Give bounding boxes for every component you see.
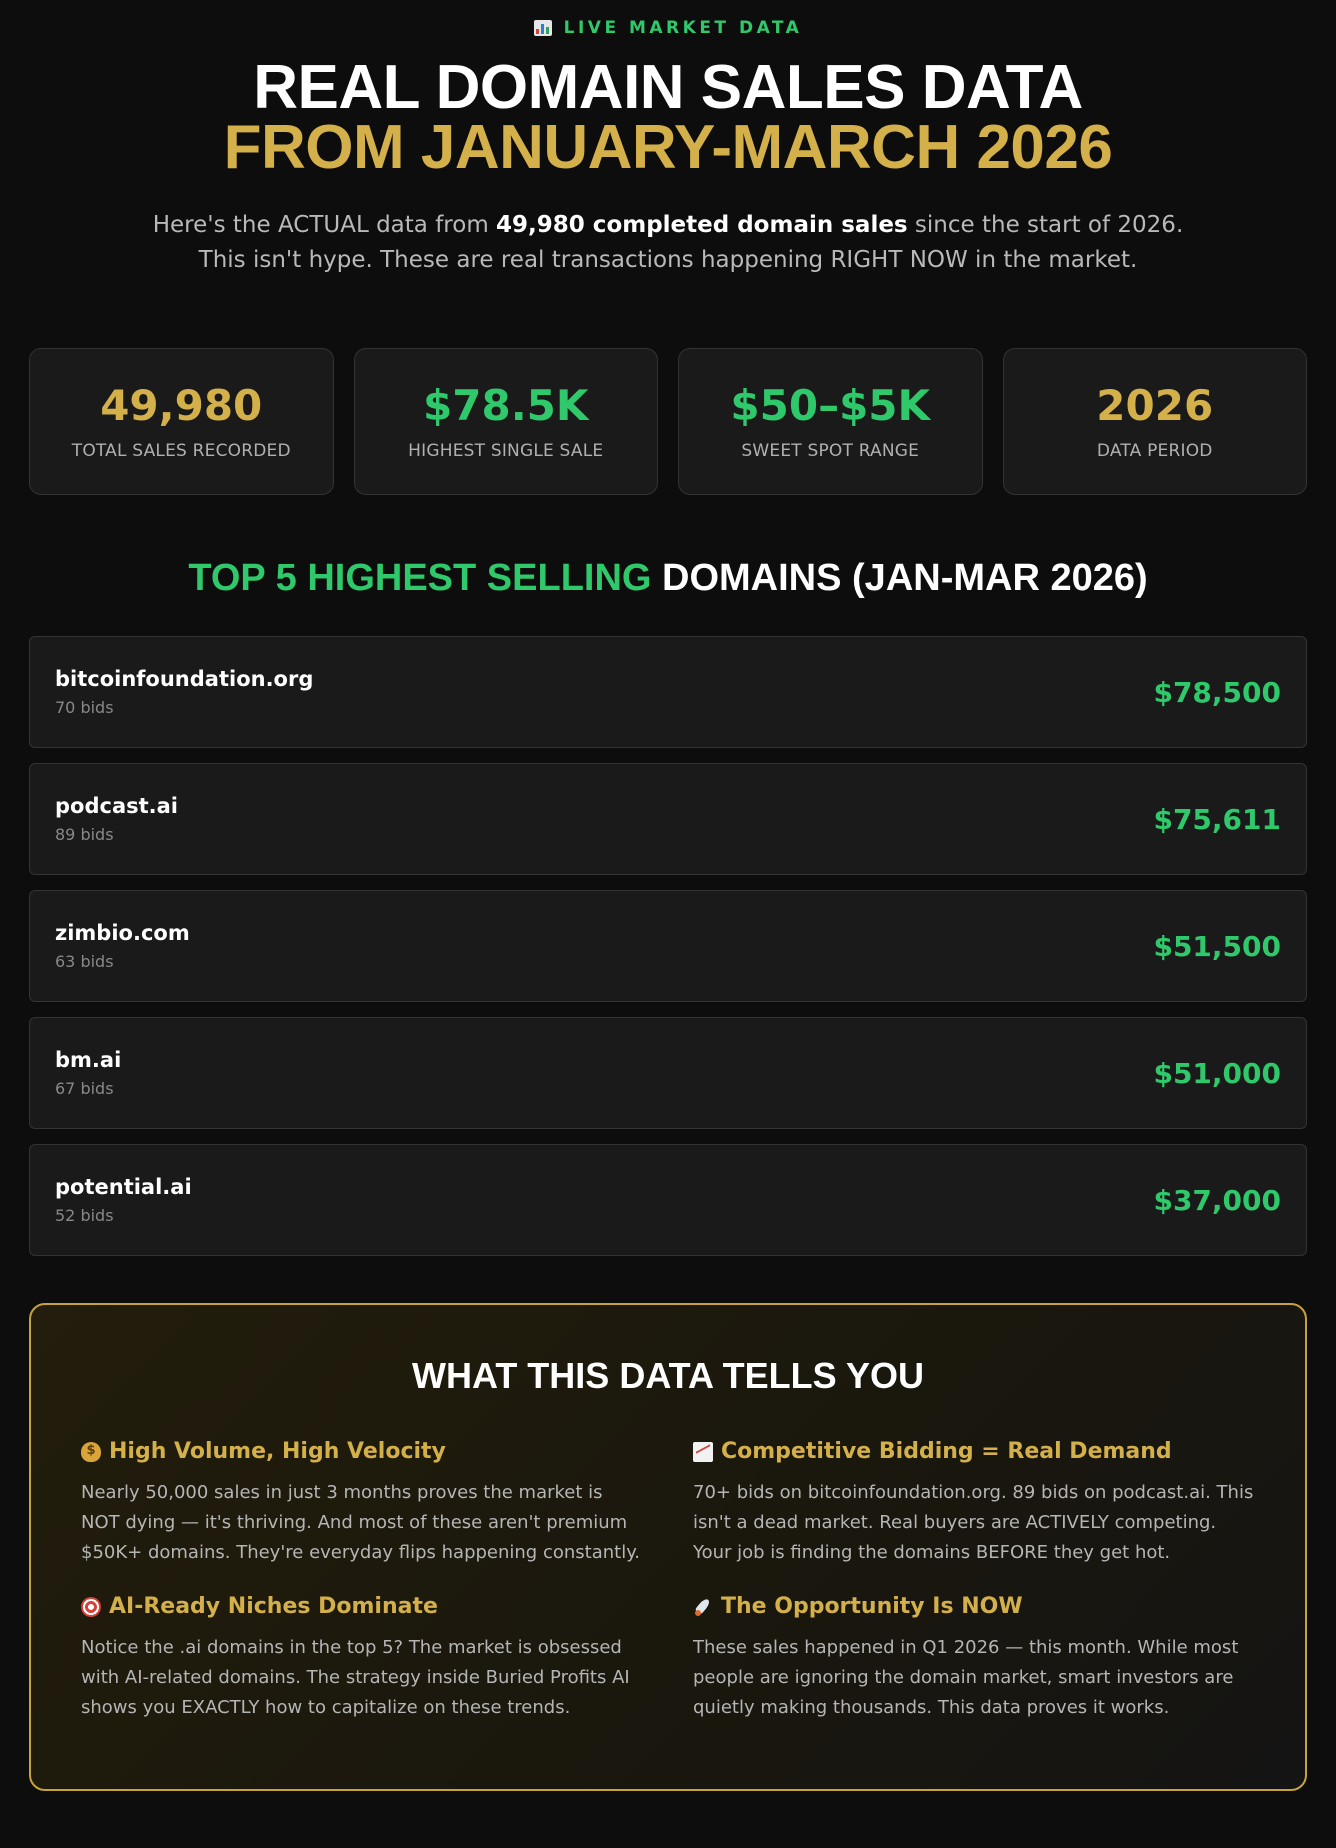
domain-info: zimbio.com 63 bids [55,921,190,971]
insight-item: The Opportunity Is NOW These sales happe… [693,1594,1255,1723]
insight-heading-text: Competitive Bidding = Real Demand [721,1439,1172,1464]
stat-label: SWEET SPOT RANGE [741,441,920,461]
stat-value: 49,980 [100,381,263,430]
lead-bold: 49,980 completed domain sales [496,212,908,238]
insight-item: Competitive Bidding = Real Demand 70+ bi… [693,1439,1255,1568]
stat-label: DATA PERIOD [1096,441,1213,461]
insight-body: Nearly 50,000 sales in just 3 months pro… [81,1482,641,1563]
domain-bids: 52 bids [55,1206,114,1225]
page: LIVE MARKET DATA REAL DOMAIN SALES DATA … [0,0,1336,1848]
title-line-2: FROM JANUARY-MARCH 2026 [223,113,1113,182]
stat-value: $78.5K [423,381,589,430]
stat-sweet-spot: $50–$5K SWEET SPOT RANGE [678,348,983,495]
domain-info: podcast.ai 89 bids [55,794,178,844]
domain-price: $51,000 [1153,1056,1281,1090]
domain-bids: 63 bids [55,952,114,971]
domain-name: zimbio.com [55,921,190,945]
domain-bids: 67 bids [55,1079,114,1098]
stat-label: HIGHEST SINGLE SALE [408,441,604,461]
domain-price: $37,000 [1153,1183,1281,1217]
insights-title: WHAT THIS DATA TELLS YOU [412,1355,924,1396]
eyebrow-label: LIVE MARKET DATA [563,18,803,38]
lead-line-2: This isn't hype. These are real transact… [198,247,1138,273]
domain-row: potential.ai 52 bids $37,000 [29,1144,1307,1256]
lead-pre: Here's the ACTUAL data from [152,212,497,238]
insight-body: 70+ bids on bitcoinfoundation.org. 89 bi… [693,1482,1254,1563]
domain-name: potential.ai [55,1175,192,1199]
domain-bids: 70 bids [55,698,114,717]
domain-info: bitcoinfoundation.org 70 bids [55,667,313,717]
stat-label: TOTAL SALES RECORDED [71,441,291,461]
insight-heading: AI-Ready Niches Dominate [81,1594,643,1619]
title-line-1: REAL DOMAIN SALES DATA [253,53,1083,122]
domain-name: bitcoinfoundation.org [55,667,314,691]
insight-heading: Competitive Bidding = Real Demand [693,1439,1255,1464]
domain-row: bm.ai 67 bids $51,000 [29,1017,1307,1129]
domain-price: $78,500 [1153,675,1281,709]
top-domains-title: TOP 5 HIGHEST SELLING DOMAINS (JAN-MAR 2… [29,557,1307,600]
stat-total-sales: 49,980 TOTAL SALES RECORDED [29,348,334,495]
insight-heading: The Opportunity Is NOW [693,1594,1255,1619]
domain-row: podcast.ai 89 bids $75,611 [29,763,1307,875]
insight-body: These sales happened in Q1 2026 — this m… [693,1637,1239,1718]
insight-heading-text: The Opportunity Is NOW [721,1594,1023,1619]
insights-grid: High Volume, High Velocity Nearly 50,000… [81,1439,1255,1723]
insights-panel: WHAT THIS DATA TELLS YOU High Volume, Hi… [29,1303,1307,1791]
domain-info: potential.ai 52 bids [55,1175,192,1225]
page-title: REAL DOMAIN SALES DATA FROM JANUARY-MARC… [29,53,1307,182]
domain-row: bitcoinfoundation.org 70 bids $78,500 [29,636,1307,748]
stats-row: 49,980 TOTAL SALES RECORDED $78.5K HIGHE… [29,348,1307,495]
domain-price: $51,500 [1153,929,1281,963]
trending-chart-icon [693,1441,713,1462]
domain-name: podcast.ai [55,794,178,818]
lead-line-1: Here's the ACTUAL data from 49,980 compl… [29,208,1307,243]
insight-heading-text: High Volume, High Velocity [109,1439,446,1464]
stat-value: 2026 [1096,381,1214,430]
lead-post: since the start of 2026. [907,212,1184,238]
insight-heading: High Volume, High Velocity [81,1439,643,1464]
insight-item: AI-Ready Niches Dominate Notice the .ai … [81,1594,643,1723]
target-icon [81,1596,101,1617]
insight-item: High Volume, High Velocity Nearly 50,000… [81,1439,643,1568]
domain-price: $75,611 [1153,802,1281,836]
stat-highest-sale: $78.5K HIGHEST SINGLE SALE [353,348,658,495]
domain-info: bm.ai 67 bids [55,1048,121,1098]
insight-heading-text: AI-Ready Niches Dominate [109,1594,438,1619]
domain-bids: 89 bids [55,825,114,844]
stat-value: $50–$5K [730,381,931,430]
stat-data-period: 2026 DATA PERIOD [1002,348,1307,495]
insight-body: Notice the .ai domains in the top 5? The… [81,1637,630,1718]
top-domains-list: bitcoinfoundation.org 70 bids $78,500 po… [29,636,1307,1256]
rocket-icon [693,1597,713,1617]
live-market-eyebrow: LIVE MARKET DATA [29,0,1307,38]
money-bag-icon [81,1441,101,1462]
title-highlight: TOP 5 HIGHEST SELLING [188,557,652,599]
bar-chart-icon [533,20,552,36]
title-rest: DOMAINS (JAN-MAR 2026) [651,557,1148,599]
lead-text: Here's the ACTUAL data from 49,980 compl… [29,208,1307,278]
domain-row: zimbio.com 63 bids $51,500 [29,890,1307,1002]
domain-name: bm.ai [55,1048,122,1072]
